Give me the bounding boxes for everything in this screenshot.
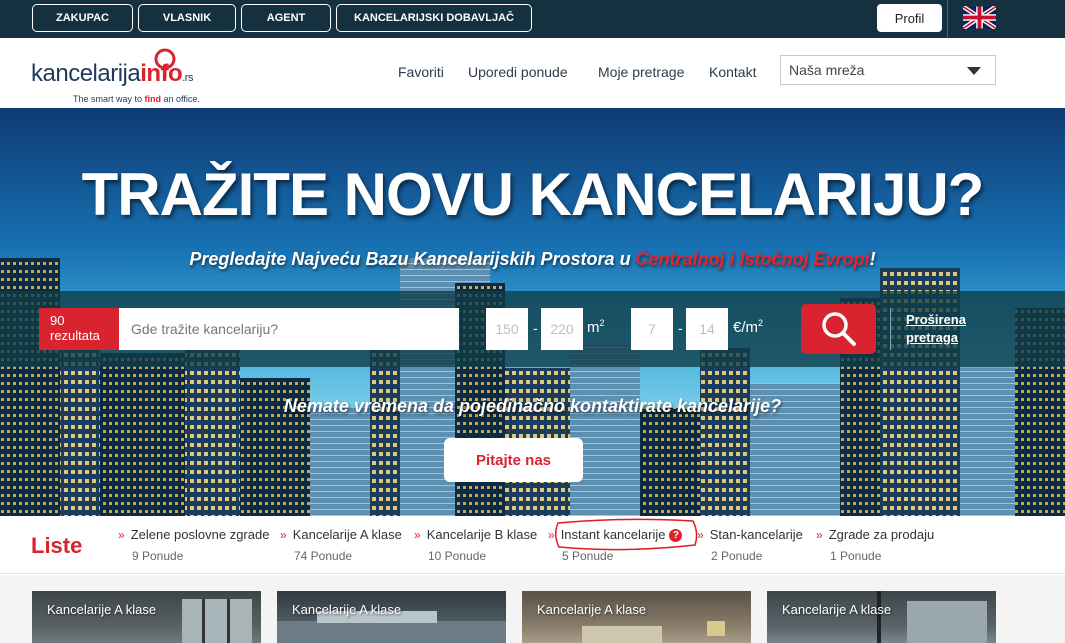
nav-contact[interactable]: Kontakt: [709, 64, 756, 80]
office-photo: [182, 599, 252, 643]
search-icon: [821, 312, 856, 346]
results-count-badge: 90 rezultata: [39, 308, 119, 350]
list-item-class-b[interactable]: » Kancelarije B klase 10 Ponude: [414, 526, 537, 563]
list-item-apartment-offices[interactable]: » Stan-kancelarije 2 Ponude: [697, 526, 803, 563]
network-select[interactable]: Naša mreža: [780, 55, 996, 85]
network-select-value: Naša mreža: [789, 62, 865, 78]
price-min-input[interactable]: 7: [631, 308, 673, 350]
profile-button[interactable]: Profil: [877, 4, 942, 32]
list-item-count: 10 Ponude: [428, 549, 487, 563]
chevron-down-icon: [967, 67, 981, 75]
hero-banner: TRAŽITE NOVU KANCELARIJU? Pregledajte Na…: [0, 108, 1065, 516]
chevron-right-icon: »: [280, 528, 287, 542]
list-item-class-a[interactable]: » Kancelarije A klase 74 Ponude: [280, 526, 402, 563]
divider: [890, 308, 891, 350]
office-photo: [582, 621, 725, 643]
nav-my-searches[interactable]: Moje pretrage: [598, 64, 684, 80]
hero-subtitle: Pregledajte Najveću Bazu Kancelarijskih …: [189, 249, 876, 269]
search-button[interactable]: [801, 304, 876, 354]
divider: [947, 0, 948, 38]
role-button-supplier[interactable]: KANCELARIJSKI DOBAVLJAČ: [336, 4, 532, 32]
location-search-input[interactable]: [119, 308, 459, 350]
advanced-search-link[interactable]: Proširena pretraga: [906, 311, 976, 347]
chevron-right-icon: »: [816, 528, 823, 542]
ask-us-button[interactable]: Pitajte nas: [444, 438, 583, 482]
offer-card-label: Kancelarije A klase: [537, 602, 647, 617]
nav-compare-offers[interactable]: Uporedi ponude: [468, 64, 568, 80]
list-item-count: 2 Ponude: [711, 549, 763, 563]
price-range-dash: -: [678, 320, 683, 336]
lists-bar: Liste » Zelene poslovne zgrade 9 Ponude »…: [0, 516, 1065, 574]
chevron-right-icon: »: [118, 528, 125, 542]
uk-flag-icon[interactable]: [963, 6, 996, 29]
list-item-count: 74 Ponude: [294, 549, 353, 563]
offer-card[interactable]: Kancelarije A klase: [522, 591, 751, 643]
hero-question: Nemate vremena da pojedinačno kontaktira…: [283, 396, 782, 416]
price-max-input[interactable]: 14: [686, 308, 728, 350]
offer-card[interactable]: Kancelarije A klase: [32, 591, 261, 643]
offer-card-label: Kancelarije A klase: [292, 602, 402, 617]
list-item-count: 9 Ponude: [132, 549, 184, 563]
area-range-dash: -: [533, 320, 538, 336]
list-item-count: 5 Ponude: [562, 549, 614, 563]
area-min-input[interactable]: 150: [486, 308, 528, 350]
role-button-tenant[interactable]: ZAKUPAC: [32, 4, 133, 32]
area-unit: m2: [587, 318, 605, 336]
chevron-right-icon: »: [414, 528, 421, 542]
nav-favorites[interactable]: Favoriti: [398, 64, 444, 80]
area-max-input[interactable]: 220: [541, 308, 583, 350]
logo-tagline: The smart way to find an office.: [73, 94, 200, 104]
list-item-buildings-for-sale[interactable]: » Zgrade za prodaju 1 Ponude: [816, 526, 934, 563]
hero-title: TRAŽITE NOVU KANCELARIJU?: [81, 161, 985, 228]
role-button-agent[interactable]: AGENT: [241, 4, 331, 32]
role-button-owner[interactable]: VLASNIK: [138, 4, 236, 32]
offer-card-label: Kancelarije A klase: [47, 602, 157, 617]
lists-title: Liste: [31, 533, 83, 558]
magnifier-pin-icon: [154, 48, 176, 78]
site-logo[interactable]: kancelarijainfo.rs The smart way to find…: [31, 46, 231, 106]
offer-card[interactable]: Kancelarije A klase: [277, 591, 506, 643]
site-header: kancelarijainfo.rs The smart way to find…: [0, 38, 1065, 108]
offer-card-label: Kancelarije A klase: [782, 602, 892, 617]
highlight-annotation: [555, 518, 698, 551]
list-item-count: 1 Ponude: [830, 549, 882, 563]
top-bar: ZAKUPAC VLASNIK AGENT KANCELARIJSKI DOBA…: [0, 0, 1065, 38]
office-photo: [877, 591, 987, 643]
list-item-green-buildings[interactable]: » Zelene poslovne zgrade 9 Ponude: [118, 526, 269, 563]
price-unit: €/m2: [733, 318, 764, 336]
office-photo: [277, 611, 506, 643]
offer-card[interactable]: Kancelarije A klase: [767, 591, 996, 643]
